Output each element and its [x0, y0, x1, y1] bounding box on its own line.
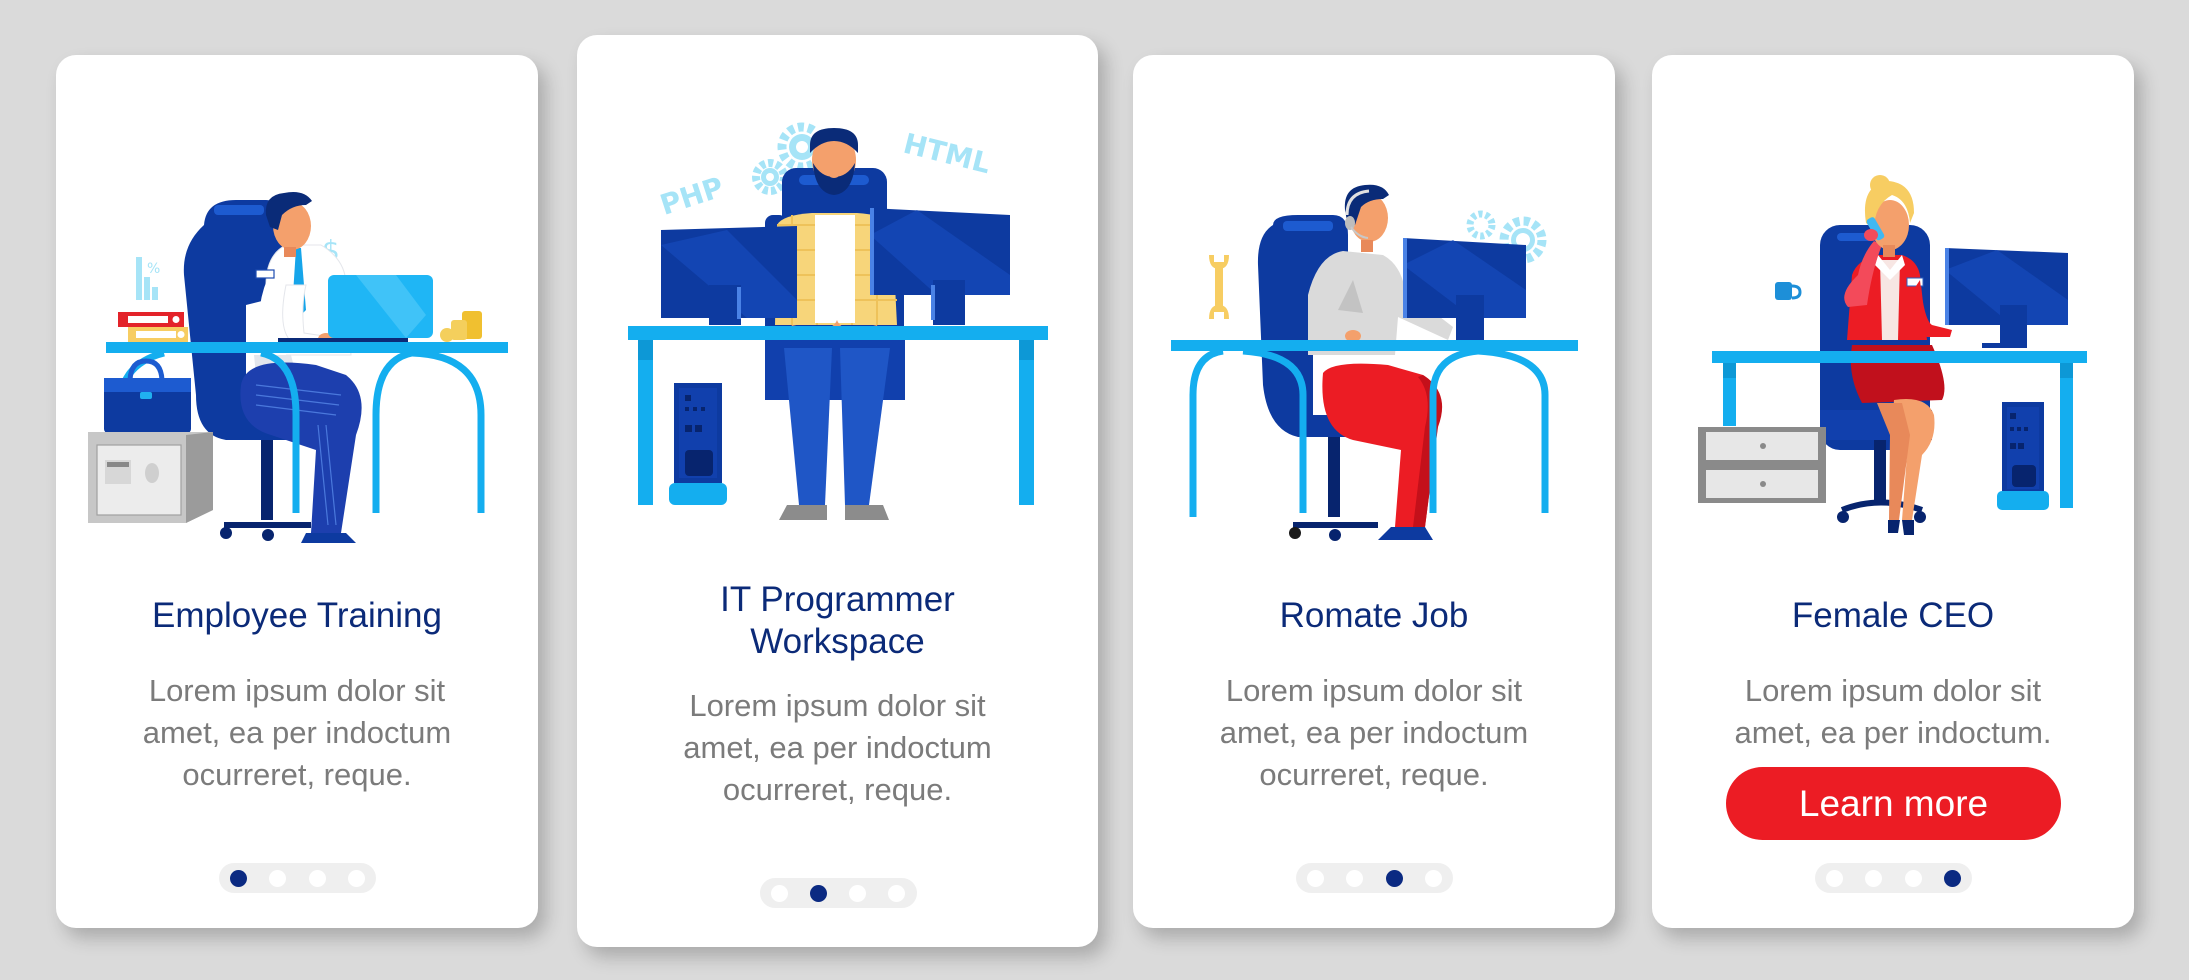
card-title: Romate Job	[1133, 595, 1615, 637]
description-line: Lorem ipsum dolor sit	[148, 673, 446, 708]
pc-tower-icon	[669, 383, 727, 505]
safe-icon	[88, 432, 213, 523]
description-line: ocurreret, reque.	[1259, 757, 1489, 792]
programmer-illustration: PHP HTML	[628, 122, 1048, 520]
page-dot-4[interactable]	[1424, 869, 1442, 887]
page-dot-1[interactable]	[1826, 869, 1843, 887]
learn-more-button[interactable]: Learn more	[1726, 767, 2061, 840]
description-line: amet, ea per indoctum	[1219, 715, 1529, 750]
title-line: Workspace	[750, 622, 925, 661]
businessman-illustration: % $	[88, 192, 508, 543]
bar-chart-icon: %	[136, 257, 160, 300]
page-dot-4-active[interactable]	[1943, 869, 1961, 887]
businesswoman-illustration	[1698, 175, 2087, 535]
description-line: amet, ea per indoctum	[142, 715, 452, 750]
coffee-cup-icon	[1775, 282, 1802, 300]
card-title: Female CEO	[1652, 595, 2134, 637]
page-indicator	[1815, 863, 1972, 893]
page-dot-2-active[interactable]	[809, 884, 827, 902]
card-title: Employee Training	[56, 595, 538, 637]
title-line: Romate Job	[1279, 596, 1469, 635]
wrench-icon	[1209, 255, 1229, 319]
pc-tower-icon	[1997, 402, 2049, 510]
coins-icon	[440, 311, 482, 342]
page-dot-1[interactable]	[770, 884, 788, 902]
page-dot-4[interactable]	[888, 884, 906, 902]
description-line: amet, ea per indoctum	[683, 730, 992, 765]
html-label: HTML	[900, 127, 994, 180]
card-description: Lorem ipsum dolor sit amet, ea per indoc…	[56, 670, 538, 796]
title-line: IT Programmer	[720, 580, 955, 619]
remote-worker-illustration	[1171, 184, 1578, 541]
monitor-icon	[1403, 238, 1526, 349]
gear-icon	[752, 159, 788, 195]
title-line: Employee Training	[152, 596, 442, 635]
page-dot-2[interactable]	[1346, 869, 1364, 887]
page-dot-3-active[interactable]	[1385, 869, 1403, 887]
percent-symbol: %	[147, 261, 160, 277]
page-indicator	[1296, 863, 1453, 893]
description-line: amet, ea per indoctum.	[1734, 715, 2052, 750]
description-line: ocurreret, reque.	[182, 757, 412, 792]
page-dot-3[interactable]	[308, 869, 326, 887]
php-label: PHP	[656, 170, 728, 221]
onboarding-card-employee-training: % $ Employee Training Lorem ipsum dolor …	[56, 55, 538, 928]
monitor-left	[661, 226, 797, 325]
monitor-icon	[1945, 248, 2068, 348]
title-line: Female CEO	[1791, 596, 1995, 635]
page-dot-1-active[interactable]	[230, 869, 247, 887]
page-dot-4[interactable]	[347, 869, 365, 887]
page-dot-1[interactable]	[1307, 869, 1324, 887]
card-title: IT Programmer Workspace	[577, 579, 1098, 663]
card-description: Lorem ipsum dolor sit amet, ea per indoc…	[577, 685, 1098, 811]
onboarding-card-it-programmer: PHP HTML IT Programmer Workspace Lorem i…	[577, 35, 1098, 947]
page-indicator	[219, 863, 376, 893]
description-line: ocurreret, reque.	[722, 772, 953, 807]
page-dot-2[interactable]	[1865, 869, 1883, 887]
page-dot-2[interactable]	[269, 869, 287, 887]
page-dot-3[interactable]	[849, 884, 867, 902]
card-description: Lorem ipsum dolor sit amet, ea per indoc…	[1133, 670, 1615, 796]
card-description: Lorem ipsum dolor sit amet, ea per indoc…	[1652, 670, 2134, 754]
onboarding-card-remote-job: Romate Job Lorem ipsum dolor sit amet, e…	[1133, 55, 1615, 928]
binders-icon	[118, 312, 188, 342]
description-line: Lorem ipsum dolor sit	[689, 688, 986, 723]
gear-icon	[1466, 210, 1496, 240]
description-line: Lorem ipsum dolor sit	[1744, 673, 2042, 708]
page-dot-3[interactable]	[1904, 869, 1922, 887]
onboarding-card-female-ceo: Female CEO Lorem ipsum dolor sit amet, e…	[1652, 55, 2134, 928]
briefcase-icon	[104, 358, 191, 433]
page-indicator	[759, 878, 917, 908]
file-drawers-icon	[1698, 427, 1826, 503]
description-line: Lorem ipsum dolor sit	[1225, 673, 1523, 708]
